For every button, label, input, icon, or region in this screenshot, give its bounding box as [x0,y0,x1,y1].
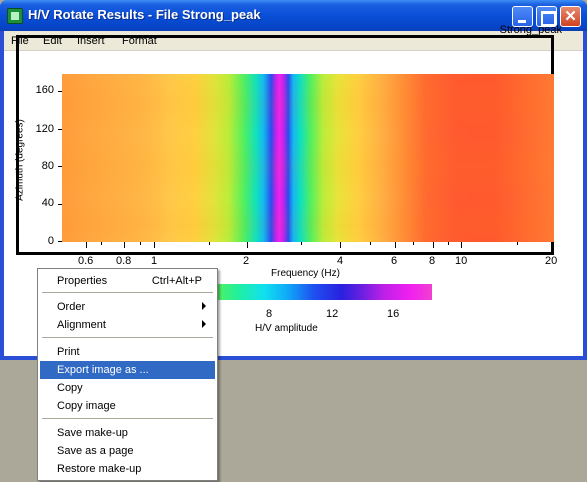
menu-item-label: Copy image [57,400,116,412]
y-tick-label: 0 [47,235,54,247]
y-tick-mark [58,241,62,242]
x-tick-mark [154,242,155,248]
context-menu: Properties Ctrl+Alt+P Order Alignment Pr… [37,268,218,481]
x-tick-label: 2 [243,255,250,267]
menu-item-properties[interactable]: Properties Ctrl+Alt+P [40,272,215,290]
x-tick-mark [461,242,462,248]
submenu-arrow-icon [202,320,206,328]
menu-item-save-as-page[interactable]: Save as a page [40,442,215,460]
x-tick-mark [413,242,414,245]
colorbar-tick-label: 12 [326,308,339,320]
menu-item-alignment[interactable]: Alignment [40,316,215,334]
x-tick-mark [448,242,449,245]
x-tick-label: 4 [337,255,344,267]
menu-item-label: Export image as ... [57,364,149,376]
x-tick-label: 1 [151,255,158,267]
x-tick-label: 20 [545,255,558,267]
menu-item-shortcut: Ctrl+Alt+P [151,275,202,287]
color-palette-bar[interactable] [217,284,432,300]
x-tick-mark [301,242,302,245]
y-tick-label: 40 [41,197,54,209]
menu-item-save-make-up[interactable]: Save make-up [40,424,215,442]
x-tick-mark [140,242,141,245]
menu-item-label: Alignment [57,319,106,331]
menu-item-print[interactable]: Print [40,343,215,361]
colorbar-tick-label: 8 [266,308,273,320]
menu-separator [42,292,213,293]
y-tick-mark [58,204,62,205]
x-tick-mark [340,242,341,248]
menu-item-label: Save as a page [57,445,134,457]
menu-item-restore-make-up[interactable]: Restore make-up [40,460,215,478]
y-axis-title: Azimuth (degrees) [14,119,26,201]
x-tick-label: 10 [455,255,468,267]
x-tick-label: 0.6 [78,255,94,267]
x-tick-mark [101,242,102,245]
y-tick-mark [58,166,62,167]
menu-item-copy-image[interactable]: Copy image [40,397,215,415]
app-icon[interactable] [7,8,23,24]
menu-item-order[interactable]: Order [40,298,215,316]
window-title: H/V Rotate Results - File Strong_peak [28,7,261,22]
y-tick-label: 120 [35,123,54,135]
y-tick-label: 80 [41,160,54,172]
colorbar-title: H/V amplitude [255,323,318,334]
x-axis-title: Frequency (Hz) [271,268,340,279]
y-tick-label: 160 [35,84,54,96]
menu-item-label: Copy [57,382,83,394]
x-tick-mark [86,242,87,248]
close-icon: ✕ [564,8,577,25]
menu-item-label: Print [57,346,80,358]
menu-item-label: Restore make-up [57,463,142,475]
hv-rotate-heatmap[interactable] [62,74,554,242]
close-button[interactable]: ✕ [560,6,581,27]
x-tick-label: 6 [391,255,398,267]
y-tick-mark [58,129,62,130]
x-tick-mark [370,242,371,245]
x-tick-mark [209,242,210,245]
submenu-arrow-icon [202,302,206,310]
menu-item-export-image[interactable]: Export image as ... [40,361,215,379]
menu-item-label: Properties [57,275,108,287]
menu-item-label: Order [57,301,86,313]
x-tick-label: 8 [429,255,436,267]
x-tick-mark [517,242,518,245]
colorbar-tick-label: 16 [387,308,400,320]
y-tick-mark [58,91,62,92]
menu-item-label: Save make-up [57,427,128,439]
x-tick-mark [247,242,248,248]
menu-separator [42,337,213,338]
x-tick-label: 0.8 [116,255,132,267]
x-tick-mark [395,242,396,248]
menu-item-copy[interactable]: Copy [40,379,215,397]
menu-separator [42,418,213,419]
x-tick-mark [433,242,434,248]
x-tick-mark [124,242,125,248]
